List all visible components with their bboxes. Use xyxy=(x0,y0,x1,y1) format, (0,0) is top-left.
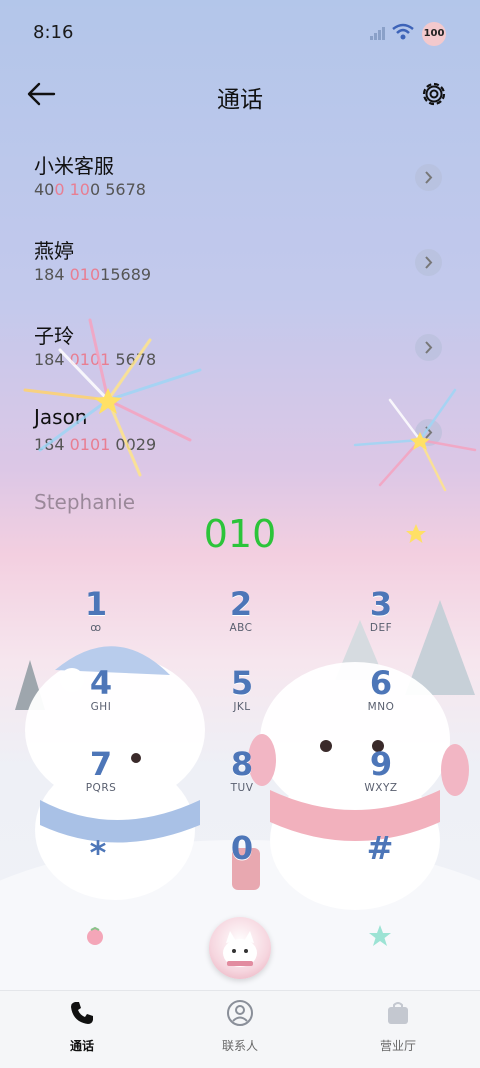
contact-name: Stephanie xyxy=(34,490,136,514)
contact-number: 184 01015689 xyxy=(34,265,152,284)
key-5[interactable]: 5 JKL xyxy=(187,665,297,735)
battery-indicator: 100 xyxy=(422,22,446,46)
contact-detail-button[interactable] xyxy=(415,164,442,191)
strawberry-decoration-icon xyxy=(87,926,103,945)
chevron-right-icon xyxy=(425,341,433,354)
dialed-number: 010 xyxy=(203,512,277,556)
signal-icon xyxy=(370,27,385,40)
fireworks-decoration xyxy=(353,388,477,492)
voicemail-icon: ꝏ xyxy=(90,622,102,634)
key-hash[interactable]: # xyxy=(325,830,435,900)
tab-label: 联系人 xyxy=(221,1039,258,1053)
chevron-right-icon xyxy=(425,256,433,269)
tab-calls[interactable]: 通话 xyxy=(32,999,132,1054)
phone-icon xyxy=(71,1002,93,1024)
key-letters: WXYZ xyxy=(364,782,398,794)
tab-service-hall[interactable]: 营业厅 xyxy=(348,999,448,1054)
key-digit: 7 xyxy=(89,745,113,783)
key-letters: JKL xyxy=(233,701,251,713)
bottom-tab-bar: 通话 联系人 营业厅 xyxy=(0,990,480,1068)
person-icon xyxy=(227,1000,253,1026)
tab-contacts[interactable]: 联系人 xyxy=(190,999,290,1054)
chevron-right-icon xyxy=(425,171,433,184)
key-letters: ABC xyxy=(229,622,253,634)
key-digit: 9 xyxy=(369,745,393,783)
key-6[interactable]: 6 MNO xyxy=(326,665,436,735)
key-digit: * xyxy=(89,834,107,872)
key-digit: 4 xyxy=(89,664,113,702)
contact-name: 燕婷 xyxy=(34,239,74,263)
contact-number: 400 100 5678 xyxy=(34,180,146,199)
contact-detail-button[interactable] xyxy=(415,334,442,361)
tab-label: 通话 xyxy=(69,1039,94,1053)
key-digit: # xyxy=(366,829,394,867)
key-digit: 5 xyxy=(230,664,254,702)
key-4[interactable]: 4 GHI xyxy=(46,665,156,735)
fireworks-decoration xyxy=(23,318,202,477)
key-digit: 6 xyxy=(369,664,393,702)
key-8[interactable]: 8 TUV xyxy=(187,746,297,816)
key-9[interactable]: 9 WXYZ xyxy=(326,746,436,816)
key-letters: MNO xyxy=(367,701,395,713)
key-letters: PQRS xyxy=(85,782,117,794)
key-letters: DEF xyxy=(369,622,393,634)
key-1[interactable]: 1 ꝏ xyxy=(41,586,151,656)
key-digit: 3 xyxy=(369,585,393,623)
status-bar: 8:16 100 xyxy=(0,0,480,60)
page-title: 通话 xyxy=(217,87,263,113)
status-time: 8:16 xyxy=(33,22,74,43)
key-digit: 1 xyxy=(84,585,108,623)
contact-row[interactable]: 小米客服 400 100 5678 xyxy=(0,150,480,230)
bag-icon xyxy=(388,1002,408,1024)
gear-icon[interactable] xyxy=(418,78,450,110)
key-0[interactable]: 0 xyxy=(187,830,297,900)
call-button[interactable] xyxy=(209,917,271,979)
tab-label: 营业厅 xyxy=(379,1039,416,1053)
key-star[interactable]: * xyxy=(43,835,153,905)
key-3[interactable]: 3 DEF xyxy=(326,586,436,656)
key-digit: 0 xyxy=(230,829,254,867)
contact-name: 小米客服 xyxy=(34,154,114,178)
key-2[interactable]: 2 ABC xyxy=(186,586,296,656)
cat-call-icon xyxy=(223,931,257,967)
key-letters: TUV xyxy=(230,782,254,794)
star-decoration-icon xyxy=(369,925,391,946)
key-digit: 8 xyxy=(230,745,254,783)
key-letters: GHI xyxy=(90,701,112,713)
wifi-icon xyxy=(392,23,414,40)
contact-detail-button[interactable] xyxy=(415,249,442,276)
key-digit: 2 xyxy=(229,585,253,623)
key-7[interactable]: 7 PQRS xyxy=(46,746,156,816)
